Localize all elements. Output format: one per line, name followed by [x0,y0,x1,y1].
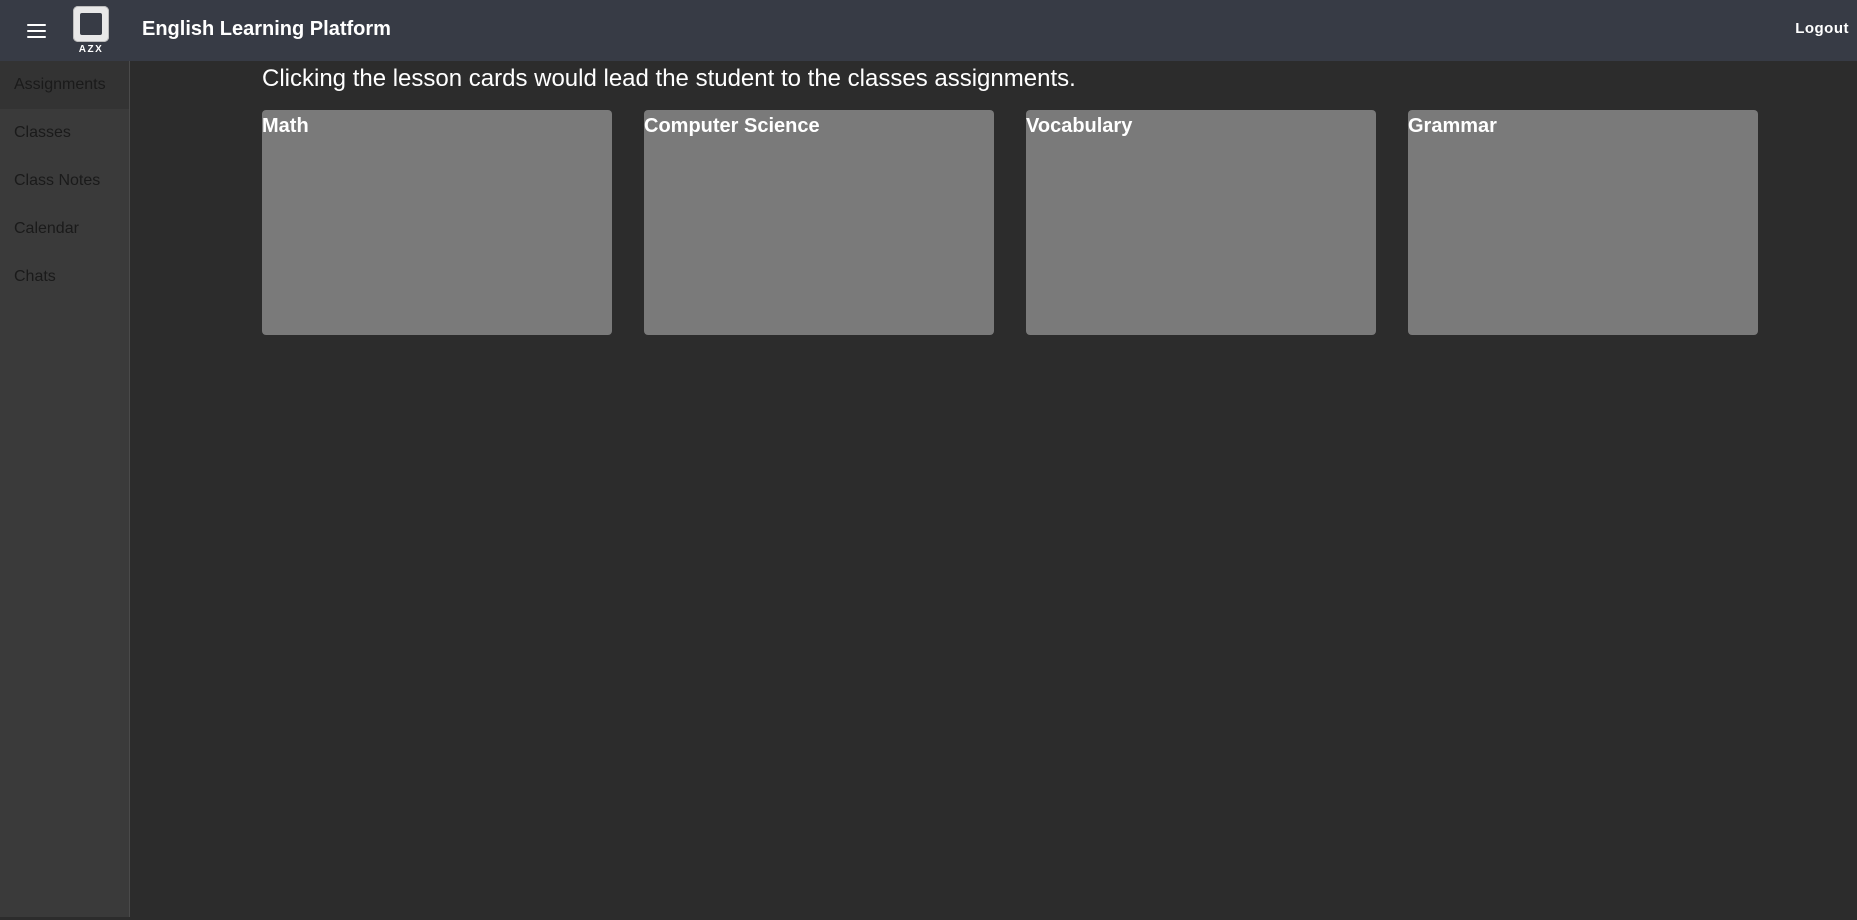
sidebar-item-classes[interactable]: Classes [0,109,129,157]
lesson-card-vocabulary[interactable]: Vocabulary [1026,110,1376,335]
instructions-text: Clicking the lesson cards would lead the… [262,65,1076,92]
logo-text: AZX [78,44,104,55]
lesson-card-title: Grammar [1408,115,1497,137]
app-logo: AZX [71,5,111,57]
sidebar: Assignments Classes Class Notes Calendar… [0,61,130,917]
top-app-bar: AZX English Learning Platform Logout [0,0,1857,61]
logo-square-icon [73,6,109,42]
sidebar-item-assignments[interactable]: Assignments [0,61,129,109]
lesson-card-title: Vocabulary [1026,115,1133,137]
main-content: Clicking the lesson cards would lead the… [131,61,1857,920]
app-title: English Learning Platform [142,18,391,40]
lesson-card-math[interactable]: Math [262,110,612,335]
hamburger-menu-icon[interactable] [24,18,52,44]
sidebar-item-class-notes[interactable]: Class Notes [0,157,129,205]
sidebar-item-chats[interactable]: Chats [0,253,129,301]
sidebar-item-calendar[interactable]: Calendar [0,205,129,253]
lesson-cards: Math Computer Science Vocabulary Grammar [262,110,1762,336]
logout-button[interactable]: Logout [1795,20,1849,37]
lesson-card-computer-science[interactable]: Computer Science [644,110,994,335]
lesson-card-grammar[interactable]: Grammar [1408,110,1758,335]
lesson-card-title: Math [262,115,309,137]
lesson-card-title: Computer Science [644,115,820,137]
